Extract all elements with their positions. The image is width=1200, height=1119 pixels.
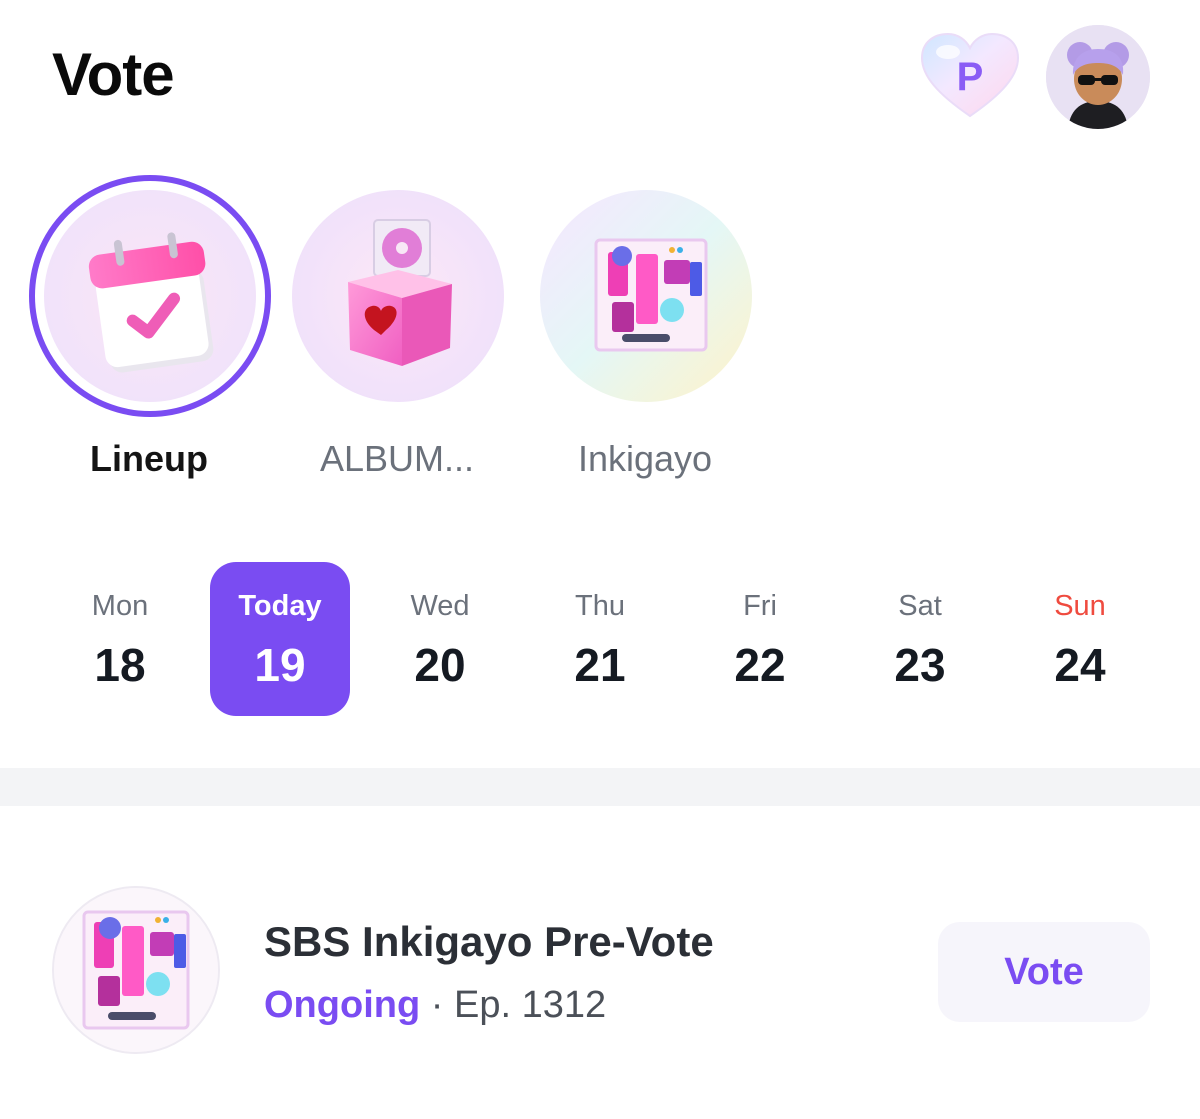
day-number: 23	[894, 639, 946, 691]
week-selector: Mon 18 Today 19 Wed 20 Thu 21 Fri 22 Sat…	[40, 562, 1160, 718]
heart-points-icon: P	[920, 32, 1020, 118]
avatar[interactable]	[1046, 25, 1150, 129]
day-number: 22	[734, 639, 786, 691]
day-mon[interactable]: Mon 18	[50, 562, 190, 716]
day-name: Wed	[410, 590, 470, 622]
day-number: 18	[94, 639, 146, 691]
inkigayo-logo-icon	[540, 190, 752, 402]
day-wed[interactable]: Wed 20	[370, 562, 510, 716]
meta-separator: ·	[420, 984, 454, 1026]
day-sun[interactable]: Sun 24	[1010, 562, 1150, 716]
day-number: 20	[414, 639, 466, 691]
category-label: Lineup	[90, 438, 208, 479]
calendar-check-icon	[44, 190, 256, 402]
ballot-box-heart-icon	[292, 190, 504, 402]
day-today[interactable]: Today 19	[210, 562, 350, 716]
heart-letter: P	[957, 55, 984, 99]
day-fri[interactable]: Fri 22	[690, 562, 830, 716]
list-item[interactable]: SBS Inkigayo Pre-Vote Ongoing · Ep. 1312…	[0, 880, 1200, 1054]
day-name: Sat	[898, 590, 942, 622]
day-sat[interactable]: Sat 23	[850, 562, 990, 716]
category-lineup[interactable]: Lineup	[24, 170, 274, 490]
inkigayo-thumbnail-icon	[52, 886, 220, 1054]
status-badge: Ongoing	[264, 984, 421, 1026]
vote-button[interactable]: Vote	[938, 922, 1150, 1022]
category-inkigayo[interactable]: Inkigayo	[520, 170, 770, 490]
heart-points-button[interactable]: P	[918, 30, 1022, 122]
vote-meta: Ongoing · Ep. 1312	[264, 984, 606, 1027]
day-number: 21	[574, 639, 626, 691]
day-number: 19	[254, 639, 306, 691]
category-label: Inkigayo	[577, 438, 713, 479]
day-thu[interactable]: Thu 21	[530, 562, 670, 716]
section-divider	[0, 768, 1200, 806]
day-name: Today	[238, 590, 322, 622]
day-name: Sun	[1054, 590, 1106, 622]
page-title: Vote	[52, 41, 175, 108]
vote-title: SBS Inkigayo Pre-Vote	[264, 918, 714, 965]
day-name: Fri	[743, 590, 777, 622]
day-number: 24	[1054, 639, 1106, 691]
category-album[interactable]: ALBUM...	[272, 170, 522, 490]
app-header: Vote P	[0, 0, 1200, 150]
vote-categories: Lineup ALBUM... Inkigayo	[0, 160, 1200, 490]
episode-label: Ep. 1312	[453, 984, 607, 1026]
day-name: Thu	[575, 590, 625, 622]
avatar-sunglasses-icon	[1046, 25, 1150, 129]
day-name: Mon	[91, 590, 149, 622]
category-label: ALBUM...	[319, 438, 475, 479]
